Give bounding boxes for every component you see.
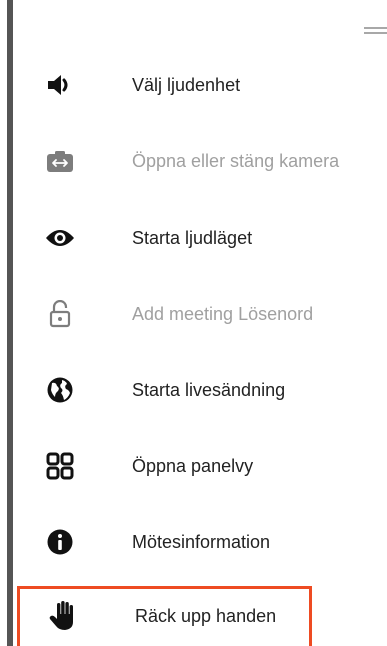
menu-item-label: Starta ljudläget [132, 228, 253, 248]
raise-hand-icon [45, 598, 81, 634]
eye-icon [42, 220, 78, 256]
menu-item-label: Starta livesändning [132, 380, 286, 400]
drag-handle-icon[interactable] [364, 27, 387, 35]
menu-item-select-audio-device[interactable]: Välj ljudenhet [13, 55, 387, 115]
menu-item-raise-hand[interactable]: Räck upp handen [17, 586, 312, 646]
info-icon [42, 524, 78, 560]
grid-icon [42, 448, 78, 484]
menu-item-label: Räck upp handen [135, 606, 277, 626]
unlock-icon [42, 296, 78, 332]
menu-item-label: Add meeting Lösenord [132, 304, 314, 324]
menu-item-label: Mötesinformation [132, 532, 271, 552]
menu-item-meeting-info[interactable]: Mötesinformation [13, 512, 387, 572]
menu-item-label: Öppna eller stäng kamera [132, 151, 340, 171]
camera-switch-icon [42, 143, 78, 179]
menu-item-toggle-camera[interactable]: Öppna eller stäng kamera [13, 131, 387, 191]
menu-item-add-password[interactable]: Add meeting Lösenord [13, 284, 387, 344]
speaker-icon [42, 67, 78, 103]
menu-item-start-livestream[interactable]: Starta livesändning [13, 360, 387, 420]
menu-item-label: Välj ljudenhet [132, 75, 241, 95]
menu-item-start-audio-mode[interactable]: Starta ljudläget [13, 208, 387, 268]
menu-item-open-panel-view[interactable]: Öppna panelvy [13, 436, 387, 496]
more-options-menu: Välj ljudenhet Öppna eller stäng kamera … [0, 0, 387, 646]
globe-icon [42, 372, 78, 408]
menu-item-label: Öppna panelvy [132, 456, 254, 476]
